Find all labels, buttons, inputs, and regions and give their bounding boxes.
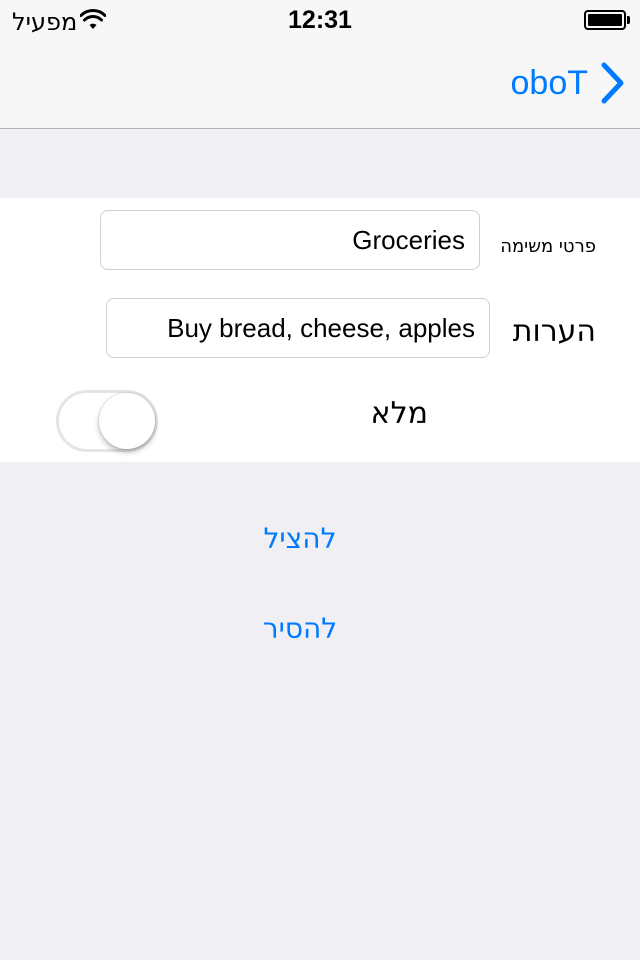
notes-label: הערות (512, 314, 596, 349)
done-toggle[interactable] (56, 390, 158, 452)
status-bar: מפעיל 12:31 (0, 0, 640, 40)
back-button[interactable]: oboT (511, 60, 627, 106)
status-time: 12:31 (288, 6, 352, 34)
back-button-label: oboT (510, 63, 589, 102)
toggle-knob (99, 393, 155, 449)
delete-button[interactable]: להסיר (200, 612, 400, 645)
notes-field[interactable]: Buy bread, cheese, apples (106, 298, 490, 358)
done-label: מלא (370, 396, 428, 431)
chevron-right-icon (601, 62, 624, 104)
battery-icon (584, 10, 630, 30)
save-button[interactable]: להציל (200, 522, 400, 555)
navigation-bar: oboT (0, 40, 640, 129)
task-details-label: פרטי משימה (500, 236, 596, 257)
task-name-field[interactable]: Groceries (100, 210, 480, 270)
